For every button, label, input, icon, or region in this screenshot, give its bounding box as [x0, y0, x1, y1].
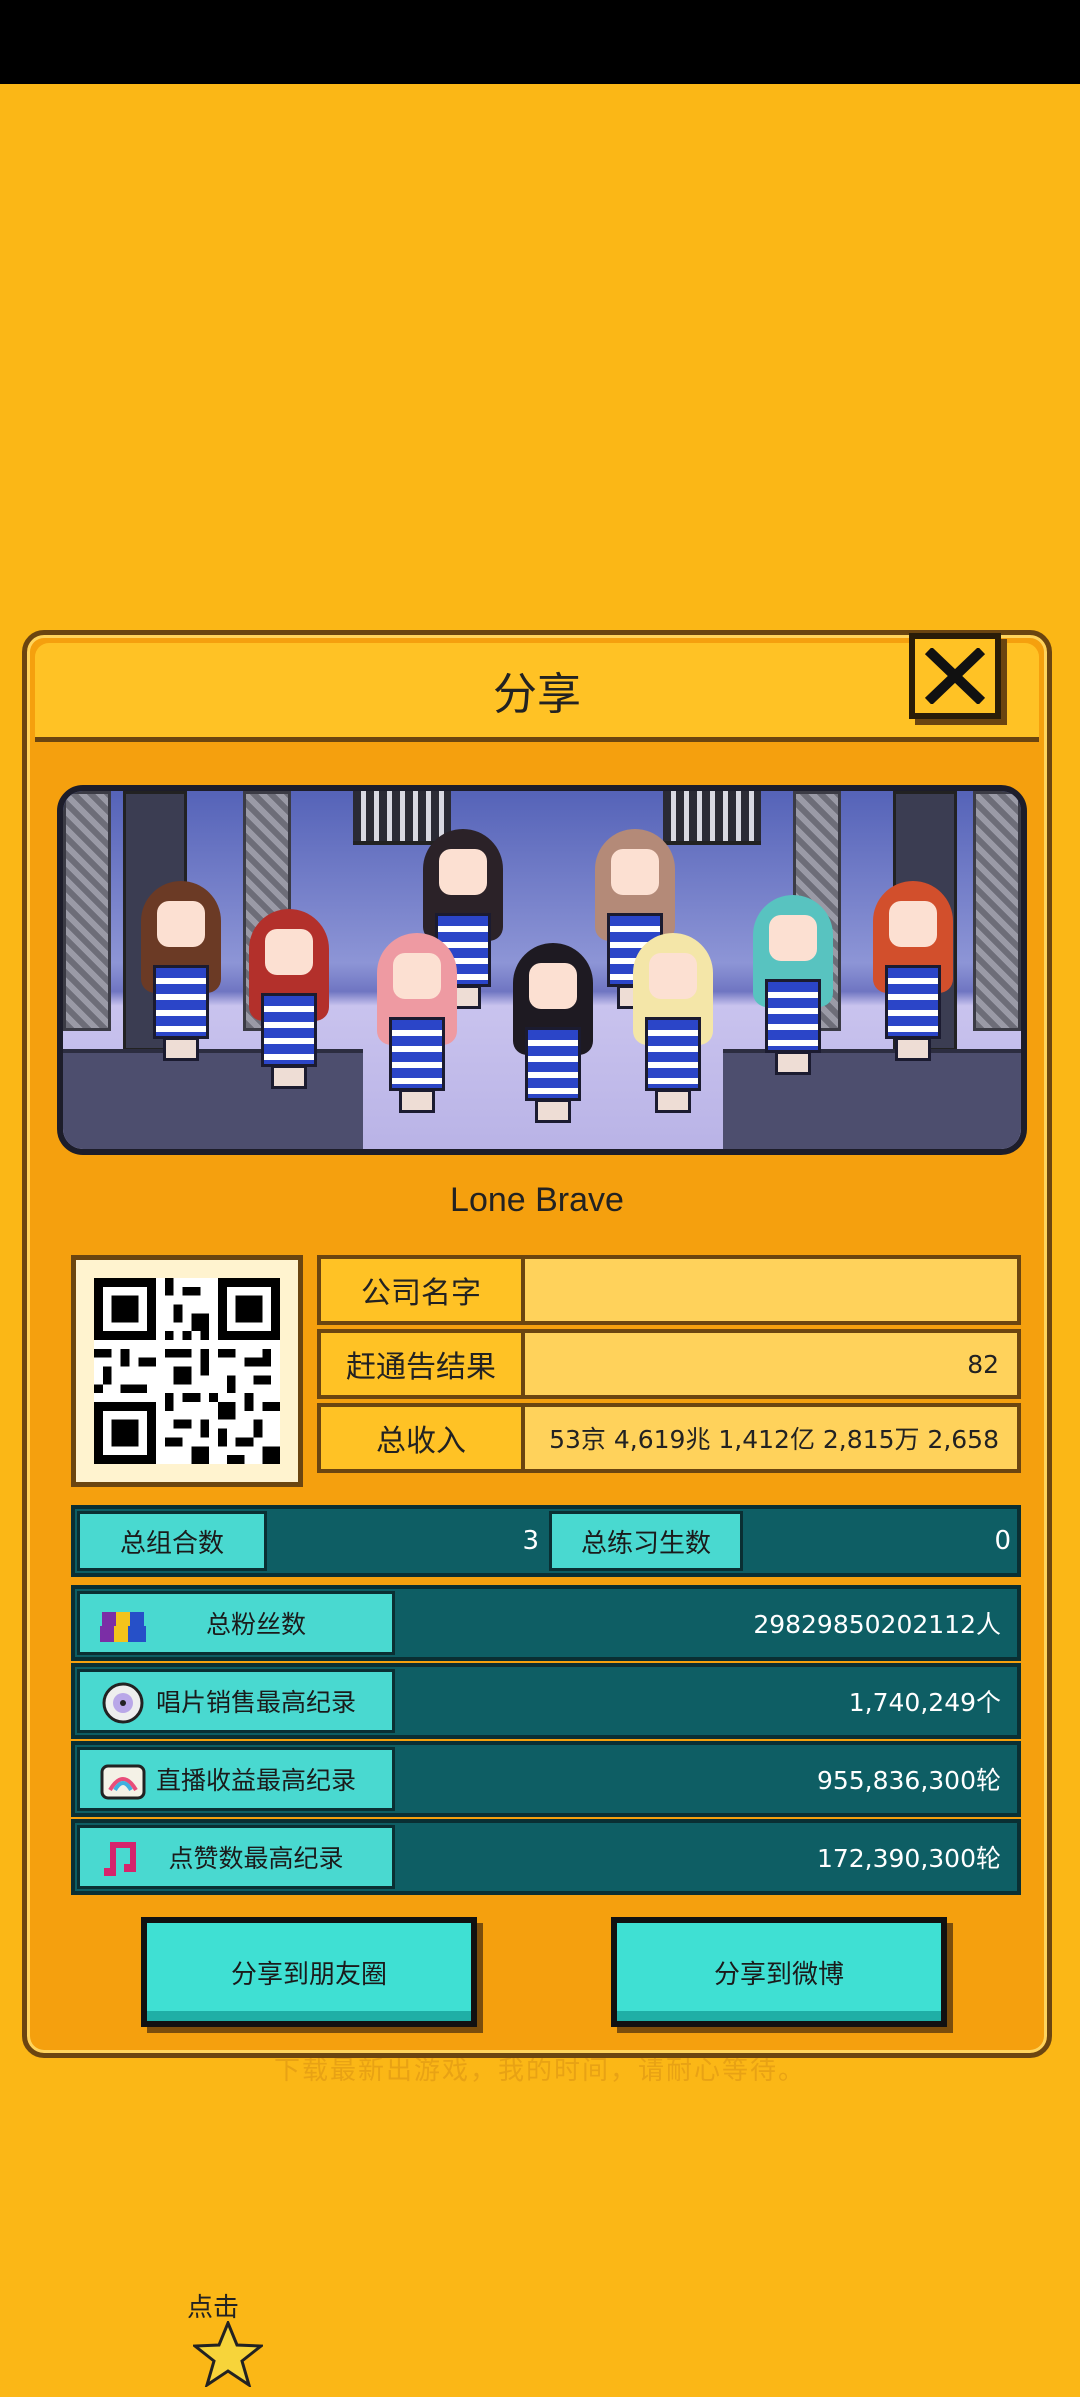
- close-button[interactable]: [909, 633, 1001, 719]
- tap-hint-text: 点击: [187, 2293, 240, 2323]
- schedule-result-label: 赶通告结果: [321, 1333, 525, 1395]
- stat-label-box: 直播收益最高纪录: [77, 1747, 395, 1811]
- close-x-icon: [924, 648, 986, 704]
- total-income-label: 总收入: [321, 1407, 525, 1469]
- total-groups-value: 3: [522, 1526, 539, 1556]
- stat-label-box: 总粉丝数: [77, 1591, 395, 1655]
- qr-code: [71, 1255, 303, 1487]
- stat-label-box: 唱片销售最高纪录: [77, 1669, 395, 1733]
- stat-label: 直播收益最高纪录: [155, 1766, 356, 1795]
- total-groups-label: 总组合数: [77, 1511, 267, 1571]
- group-stage-image: [57, 785, 1027, 1155]
- group-name: Lone Brave: [450, 1181, 624, 1219]
- qr-code-image: [94, 1278, 280, 1464]
- star-icon: [193, 2321, 263, 2387]
- share-to-weibo-button[interactable]: 分享到微博: [611, 1917, 947, 2027]
- stat-label-box: 点赞数最高纪录: [77, 1825, 395, 1889]
- share-to-moments-button[interactable]: 分享到朋友圈: [141, 1917, 477, 2027]
- counts-row: 总组合数 3 总练习生数 0: [71, 1505, 1021, 1577]
- total-trainees-value: 0: [994, 1526, 1011, 1556]
- schedule-result-row: 赶通告结果 82: [317, 1329, 1021, 1399]
- company-name-value: [531, 1259, 999, 1321]
- stat-value-likes: 172,390,300轮: [816, 1844, 1001, 1873]
- stat-row-likes: 点赞数最高纪录 172,390,300轮: [71, 1819, 1021, 1895]
- stat-row-album-sales: 唱片销售最高纪录 1,740,249个: [71, 1663, 1021, 1739]
- stat-label: 唱片销售最高纪录: [155, 1688, 356, 1717]
- stat-label: 总粉丝数: [205, 1610, 306, 1639]
- status-bar: [0, 0, 1080, 84]
- stat-value-fans: 29829850202112人: [753, 1610, 1001, 1639]
- total-income-value: 53京 4,619兆 1,412亿 2,815万 2,658: [549, 1425, 999, 1454]
- stat-value-album-sales: 1,740,249个: [848, 1688, 1001, 1717]
- schedule-result-value: 82: [967, 1349, 999, 1379]
- stat-value-live-income: 955,836,300轮: [816, 1766, 1001, 1795]
- total-income-row: 总收入 53京 4,619兆 1,412亿 2,815万 2,658: [317, 1403, 1021, 1473]
- share-dialog: 分享 Lone Brave 公司名字 赶通告结果 82 总收入 53京 4,61…: [22, 630, 1052, 2387]
- dialog-header: 分享: [35, 633, 1039, 742]
- company-name-row: 公司名字: [317, 1255, 1021, 1325]
- dialog-title: 分享: [493, 669, 581, 720]
- company-name-label: 公司名字: [321, 1259, 525, 1321]
- stat-label: 点赞数最高纪录: [168, 1844, 344, 1873]
- stat-row-fans: 总粉丝数 29829850202112人: [71, 1585, 1021, 1661]
- stat-row-live-income: 直播收益最高纪录 955,836,300轮: [71, 1741, 1021, 1817]
- tap-hint[interactable]: 点击: [187, 2287, 307, 2397]
- total-trainees-label: 总练习生数: [549, 1511, 743, 1571]
